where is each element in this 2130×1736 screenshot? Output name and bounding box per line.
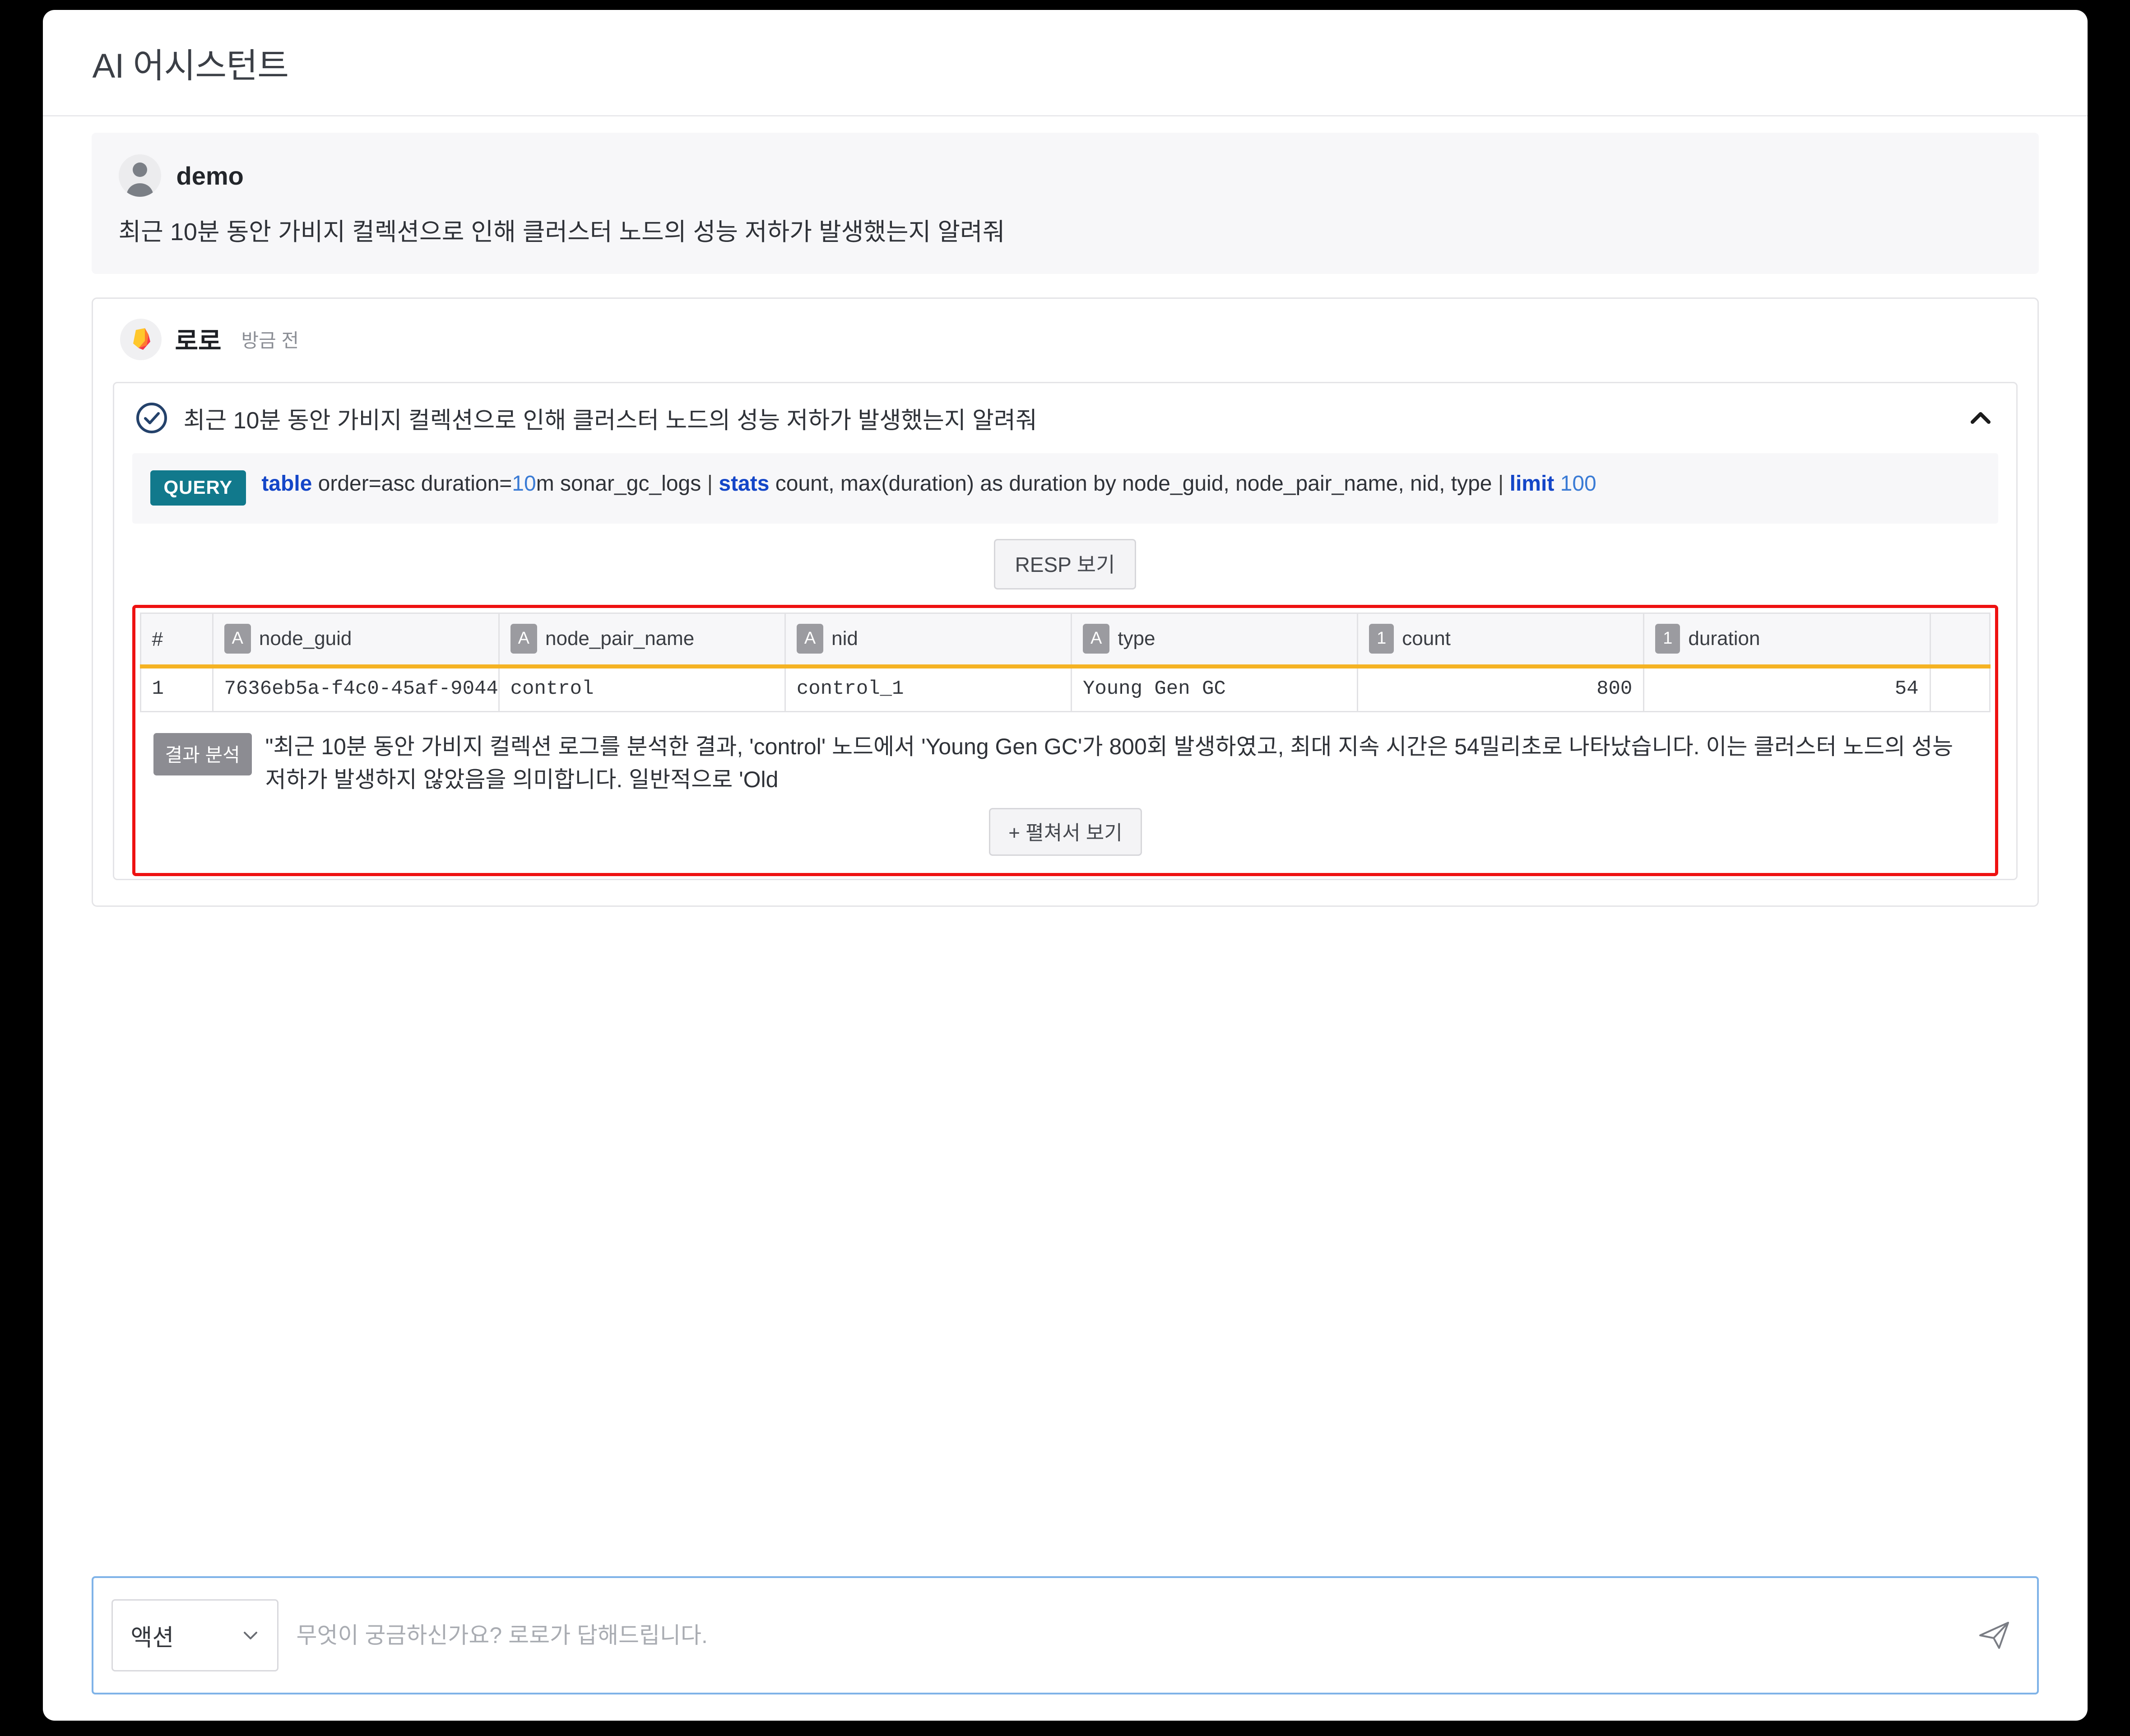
assistant-name: 로로 <box>175 327 222 356</box>
step-card: 최근 10분 동안 가비지 컬렉션으로 인해 클러스터 노드의 성능 저하가 발… <box>112 381 2018 880</box>
user-message-block: demo 최근 10분 동안 가비지 컬렉션으로 인해 클러스터 노드의 성능 … <box>91 133 2039 274</box>
send-button[interactable] <box>1973 1614 2016 1657</box>
analysis-badge: 결과 분석 <box>153 733 252 775</box>
column-label: type <box>1118 627 1155 650</box>
query-text: table order=asc duration=10m sonar_gc_lo… <box>261 469 1980 499</box>
query-token: | <box>1498 471 1510 496</box>
assistant-header: 로로 방금 전 <box>113 318 2018 360</box>
cell-nid: control_1 <box>784 665 1072 712</box>
chevron-down-icon <box>239 1624 262 1647</box>
page-title: AI 어시스턴트 <box>92 46 289 85</box>
assistant-timestamp: 방금 전 <box>241 330 299 352</box>
chevron-up-icon[interactable] <box>1965 402 1996 434</box>
conversation-area: demo 최근 10분 동안 가비지 컬렉션으로 인해 클러스터 노드의 성능 … <box>43 116 2088 1576</box>
resp-button-row: RESP 보기 <box>132 524 1998 603</box>
string-type-badge: A <box>224 623 251 654</box>
result-table: # Anode_guid Anode_pair_name A nid A typ… <box>139 612 1991 712</box>
step-header[interactable]: 최근 10분 동안 가비지 컬렉션으로 인해 클러스터 노드의 성능 저하가 발… <box>114 383 2016 453</box>
user-name: demo <box>176 161 244 190</box>
query-token: 10 <box>512 471 536 496</box>
expand-button-row: + 펼쳐서 보기 <box>153 796 1978 864</box>
cell-count: 800 <box>1357 665 1645 712</box>
loro-gem-logo-icon <box>120 318 162 360</box>
column-label: nid <box>831 627 858 650</box>
app-header: AI 어시스턴트 <box>42 10 2088 116</box>
step-title: 최근 10분 동안 가비지 컬렉션으로 인해 클러스터 노드의 성능 저하가 발… <box>183 407 1037 434</box>
column-header-duration[interactable]: 1 duration <box>1643 612 1931 668</box>
column-label: node_pair_name <box>545 627 695 650</box>
query-token: stats <box>719 471 770 496</box>
chat-input[interactable] <box>278 1599 1973 1671</box>
analysis-text: "최근 10분 동안 가비지 컬렉션 로그를 분석한 결과, 'control'… <box>265 733 1954 792</box>
query-token: m sonar_gc_logs <box>536 471 707 496</box>
string-type-badge: A <box>1082 623 1110 654</box>
action-dropdown[interactable]: 액션 <box>111 1599 278 1671</box>
column-label: # <box>152 628 163 650</box>
action-dropdown-label: 액션 <box>130 1625 174 1651</box>
column-header-spacer <box>1929 612 1991 668</box>
table-row: 1 7636eb5a-f4c0-45af-9044-09f0e1eb4342 c… <box>139 665 1991 712</box>
result-highlight-box: # Anode_guid Anode_pair_name A nid A typ… <box>132 604 1998 876</box>
query-token: table <box>261 471 312 496</box>
step-body: QUERY table order=asc duration=10m sonar… <box>114 453 2016 879</box>
query-token: 100 <box>1560 471 1596 496</box>
cell-duration: 54 <box>1643 665 1931 712</box>
screenshot-root: AI 어시스턴트 demo 최근 10분 동안 가비지 컬렉션으로 인해 클러스 <box>0 0 2130 1736</box>
number-type-badge: 1 <box>1369 623 1394 654</box>
column-label: node_guid <box>259 627 352 650</box>
column-header-type[interactable]: Atype <box>1070 612 1359 668</box>
result-table-body: 1 7636eb5a-f4c0-45af-9044-09f0e1eb4342 c… <box>139 665 1991 712</box>
user-message-text: 최근 10분 동안 가비지 컬렉션으로 인해 클러스터 노드의 성능 저하가 발… <box>118 218 1005 246</box>
cell-index: 1 <box>139 665 213 712</box>
resp-view-button[interactable]: RESP 보기 <box>993 538 1137 589</box>
column-header-nid[interactable]: Anid <box>784 612 1072 668</box>
result-table-head: # Anode_guid Anode_pair_name A nid A typ… <box>139 612 1991 668</box>
analysis-block: 결과 분석 "최근 10분 동안 가비지 컬렉션 로그를 분석한 결과, 'co… <box>140 712 1991 867</box>
assistant-message-block: 로로 방금 전 최근 10분 동안 가비지 컬렉션으로 인해 클러스터 노드의 … <box>91 297 2039 907</box>
analysis-inner: 결과 분석 "최근 10분 동안 가비지 컬렉션 로그를 분석한 결과, 'co… <box>153 730 1978 796</box>
cell-type: Young Gen GC <box>1070 665 1359 712</box>
check-circle-icon <box>135 401 168 435</box>
column-header-node-pair-name[interactable]: Anode_pair_name <box>498 612 786 668</box>
query-badge: QUERY <box>150 470 246 506</box>
number-type-badge: 1 <box>1655 623 1680 654</box>
query-token: order=asc duration= <box>312 471 512 496</box>
cell-node-pair-name: control <box>498 665 786 712</box>
ai-assistant-window: AI 어시스턴트 demo 최근 10분 동안 가비지 컬렉션으로 인해 클러스 <box>42 10 2088 1721</box>
user-avatar-icon <box>118 154 161 197</box>
column-label: count <box>1402 627 1451 650</box>
string-type-badge: A <box>510 623 538 654</box>
expand-analysis-button[interactable]: + 펼쳐서 보기 <box>989 808 1142 856</box>
query-token: limit <box>1509 471 1555 496</box>
column-header-index[interactable]: # <box>139 612 213 668</box>
cell-spacer <box>1929 665 1991 712</box>
string-type-badge: A <box>796 623 824 654</box>
column-header-count[interactable]: 1 count <box>1357 612 1645 668</box>
composer: 액션 <box>91 1576 2039 1694</box>
column-label: duration <box>1688 627 1760 650</box>
user-header: demo <box>118 154 2012 197</box>
query-token: | <box>707 471 719 496</box>
cell-node-guid: 7636eb5a-f4c0-45af-9044-09f0e1eb4342 <box>212 665 500 712</box>
send-paper-plane-icon <box>1977 1617 2013 1653</box>
query-token <box>1554 472 1560 496</box>
table-header-row: # Anode_guid Anode_pair_name A nid A typ… <box>139 612 1991 668</box>
query-block: QUERY table order=asc duration=10m sonar… <box>132 453 1998 524</box>
composer-wrapper: 액션 <box>43 1576 2088 1721</box>
column-header-node-guid[interactable]: Anode_guid <box>212 612 500 668</box>
query-token: count, max(duration) as duration by node… <box>769 471 1498 496</box>
